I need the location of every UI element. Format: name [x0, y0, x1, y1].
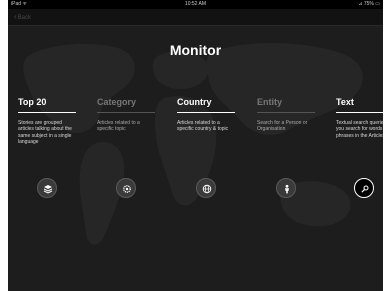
column-description: Stories are grouped articles talking abo… [18, 120, 72, 146]
column-description: Textual search queries let you search fo… [336, 120, 383, 139]
category-column-top20[interactable]: Top 20 Stories are grouped articles talk… [18, 97, 76, 146]
column-label: Top 20 [18, 97, 47, 107]
person-icon [285, 184, 289, 194]
column-description: Articles related to a specific topic [97, 120, 140, 133]
clock: 10:52 AM [184, 1, 207, 7]
back-label: Back [17, 15, 32, 21]
category-column-entity[interactable]: Entity Search for a Person or Organisati… [257, 97, 315, 133]
divider [257, 112, 315, 113]
divider [18, 112, 76, 113]
cog-icon [123, 185, 131, 193]
divider [177, 112, 235, 113]
column-description: Search for a Person or Organisation [257, 120, 308, 133]
column-description: Articles related to a specific country &… [177, 120, 229, 133]
battery-indicator: ⊿ 75% ▭ [358, 1, 380, 7]
top20-button[interactable] [37, 178, 57, 198]
navigation-bar: ‹Back [8, 9, 383, 26]
text-search-button[interactable] [354, 178, 374, 198]
category-button[interactable] [116, 178, 136, 198]
world-map-background [23, 43, 363, 245]
category-column-text[interactable]: Text Textual search queries let you sear… [336, 97, 383, 139]
magnifier-icon [361, 185, 369, 193]
column-label: Text [336, 97, 354, 107]
page-title: Monitor [169, 42, 222, 58]
country-button[interactable] [196, 178, 216, 198]
status-bar: iPad ᯤ 10:52 AM ⊿ 75% ▭ [8, 0, 383, 9]
column-label: Entity [257, 97, 283, 107]
stack-icon [43, 185, 53, 194]
chevron-left-icon: ‹ [14, 12, 17, 21]
app-window: iPad ᯤ 10:52 AM ⊿ 75% ▭ ‹Back Monitor To… [8, 0, 383, 291]
category-column-category[interactable]: Category Articles related to a specific … [97, 97, 155, 133]
entity-button[interactable] [276, 178, 296, 198]
category-column-country[interactable]: Country Articles related to a specific c… [177, 97, 235, 133]
column-label: Category [97, 97, 137, 107]
column-label: Country [177, 97, 212, 107]
back-button[interactable]: ‹Back [12, 12, 33, 23]
divider [97, 112, 155, 113]
divider [336, 112, 383, 113]
globe-icon [202, 184, 212, 194]
